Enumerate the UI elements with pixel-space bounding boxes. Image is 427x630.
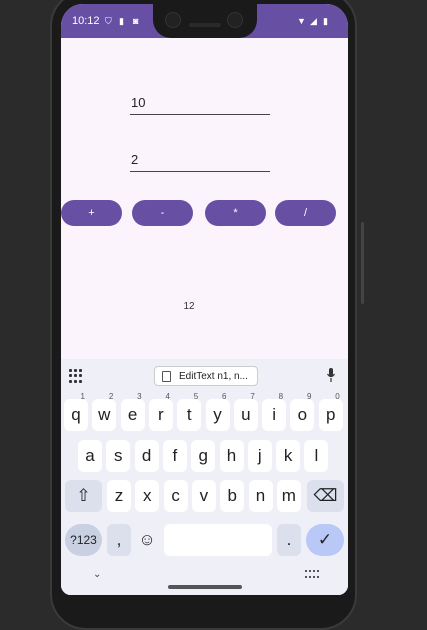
apps-grid-icon[interactable] <box>69 369 83 383</box>
divide-button[interactable]: / <box>275 200 336 226</box>
key-r[interactable]: r4 <box>148 392 173 431</box>
number1-input[interactable]: 10 <box>130 92 270 115</box>
key-e[interactable]: e3 <box>120 392 145 431</box>
key-c[interactable]: c <box>163 480 188 512</box>
key-hint: 6 <box>222 392 227 401</box>
backspace-key[interactable]: ⌫ <box>307 480 344 512</box>
key-k[interactable]: k <box>276 440 301 472</box>
key-hint: 7 <box>250 392 255 401</box>
multiply-button[interactable]: * <box>205 200 266 226</box>
key-n[interactable]: n <box>248 480 273 512</box>
key-hint: 2 <box>108 392 114 401</box>
key-s[interactable]: s <box>106 440 131 472</box>
key-b[interactable]: b <box>220 480 245 512</box>
number1-value: 10 <box>131 95 146 110</box>
key-j[interactable]: j <box>247 440 272 472</box>
number2-input[interactable]: 2 <box>130 149 270 172</box>
front-sensor-icon <box>227 12 243 28</box>
key-m[interactable]: m <box>276 480 301 512</box>
space-key[interactable] <box>164 524 272 556</box>
front-camera-icon <box>165 12 181 28</box>
microphone-icon[interactable] <box>327 368 335 382</box>
key-a[interactable]: a <box>78 440 102 472</box>
key-g[interactable]: g <box>191 440 216 472</box>
key-f[interactable]: f <box>162 440 187 472</box>
keyboard: EditText n1, n... q1w2e3r4t5y6u7i8o9p0 a… <box>61 359 348 595</box>
signal-icon: ◢ <box>310 16 317 26</box>
battery-icon: ▮ <box>323 16 328 26</box>
sd-card-icon: ▮ <box>119 16 124 26</box>
shield-icon: ⛉ <box>105 16 112 26</box>
camera-notch <box>153 4 257 38</box>
clipboard-icon <box>162 371 171 382</box>
key-hint: 0 <box>335 392 340 401</box>
chevron-down-icon[interactable]: ⌄ <box>93 569 101 580</box>
key-hint: 4 <box>165 392 170 401</box>
key-x[interactable]: x <box>135 480 160 512</box>
key-d[interactable]: d <box>134 440 159 472</box>
add-button[interactable]: + <box>61 200 122 226</box>
key-hint: 3 <box>137 392 142 401</box>
key-v[interactable]: v <box>191 480 216 512</box>
enter-key[interactable]: ✓ <box>306 524 344 556</box>
key-p[interactable]: p0 <box>318 392 343 431</box>
status-time: 10:12 <box>72 15 100 27</box>
key-y[interactable]: y6 <box>205 392 230 431</box>
subtract-button[interactable]: - <box>132 200 193 226</box>
earpiece <box>189 23 221 27</box>
android-icon: ◙ <box>133 16 139 26</box>
key-t[interactable]: t5 <box>177 392 202 431</box>
clipboard-suggestion[interactable]: EditText n1, n... <box>154 366 258 386</box>
key-w[interactable]: w2 <box>92 392 117 431</box>
key-z[interactable]: z <box>107 480 131 512</box>
number2-value: 2 <box>131 152 139 167</box>
key-q[interactable]: q1 <box>64 392 88 431</box>
key-i[interactable]: i8 <box>262 392 287 431</box>
result-text: 12 <box>183 301 195 312</box>
clipboard-label: EditText n1, n... <box>179 371 248 382</box>
screen: 10:12 ⛉ ▮ ◙ ▼ ◢ ▮ 10 2 + - * / 12 EditTe… <box>61 4 348 595</box>
key-hint: 5 <box>193 392 199 401</box>
wifi-icon: ▼ <box>297 16 306 26</box>
gesture-handle[interactable] <box>168 585 242 589</box>
status-bar: 10:12 ⛉ ▮ ◙ ▼ ◢ ▮ <box>61 4 348 38</box>
shift-key[interactable]: ⇧ <box>65 480 102 512</box>
key-l[interactable]: l <box>304 440 329 472</box>
comma-key[interactable]: , <box>107 524 131 556</box>
key-hint: 8 <box>278 392 284 401</box>
keyboard-icon[interactable] <box>305 570 319 580</box>
key-hint: 1 <box>80 392 85 401</box>
symbols-key[interactable]: ?123 <box>65 524 102 556</box>
key-h[interactable]: h <box>219 440 244 472</box>
key-u[interactable]: u7 <box>233 392 258 431</box>
period-key[interactable]: . <box>277 524 301 556</box>
key-hint: 9 <box>306 392 312 401</box>
emoji-key[interactable]: ☺ <box>135 524 159 556</box>
keyboard-toolbar: EditText n1, n... <box>61 359 348 391</box>
side-button <box>361 222 364 304</box>
key-o[interactable]: o9 <box>290 392 315 431</box>
